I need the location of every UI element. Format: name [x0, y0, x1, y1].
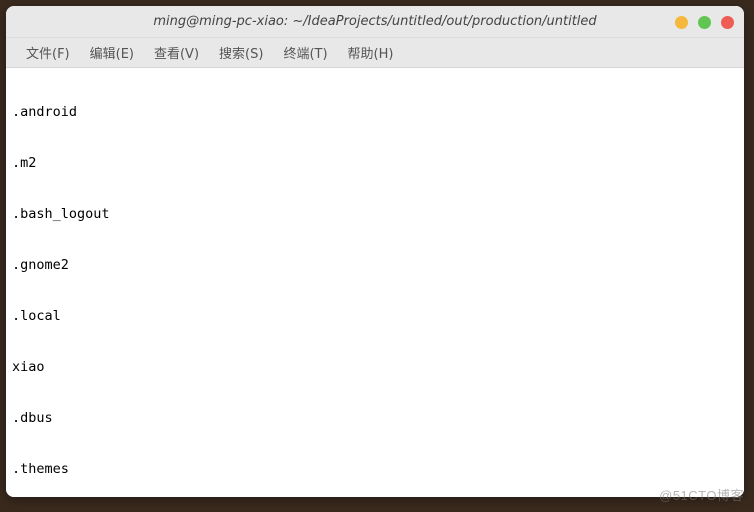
window-title: ming@ming-pc-xiao: ~/IdeaProjects/untitl… [6, 14, 744, 29]
menubar: 文件(F) 编辑(E) 查看(V) 搜索(S) 终端(T) 帮助(H) [6, 38, 744, 68]
terminal-area[interactable]: .android .m2 .bash_logout .gnome2 .local… [6, 68, 744, 497]
menu-help[interactable]: 帮助(H) [340, 39, 402, 66]
close-button[interactable] [721, 16, 734, 29]
output-line: .local [12, 308, 738, 325]
output-line: .dbus [12, 410, 738, 427]
output-line: .m2 [12, 155, 738, 172]
terminal-output: .android .m2 .bash_logout .gnome2 .local… [12, 70, 738, 497]
maximize-button[interactable] [698, 16, 711, 29]
output-line: .android [12, 104, 738, 121]
menu-search[interactable]: 搜索(S) [211, 39, 271, 66]
output-line: xiao [12, 359, 738, 376]
minimize-button[interactable] [675, 16, 688, 29]
terminal-window: ming@ming-pc-xiao: ~/IdeaProjects/untitl… [6, 6, 744, 497]
watermark: @51CTO博客 [659, 485, 744, 504]
output-line: .bash_logout [12, 206, 738, 223]
menu-file[interactable]: 文件(F) [18, 39, 78, 66]
menu-terminal[interactable]: 终端(T) [275, 39, 335, 66]
menu-view[interactable]: 查看(V) [146, 39, 207, 66]
output-line: .themes [12, 461, 738, 478]
titlebar: ming@ming-pc-xiao: ~/IdeaProjects/untitl… [6, 6, 744, 38]
window-controls [675, 6, 734, 38]
menu-edit[interactable]: 编辑(E) [82, 39, 142, 66]
output-line: .gnome2 [12, 257, 738, 274]
